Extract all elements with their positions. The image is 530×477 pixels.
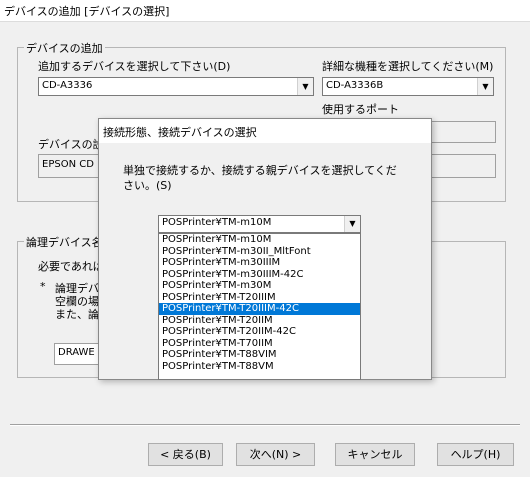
title-bar: デバイスの追加 [デバイスの選択] bbox=[0, 0, 530, 22]
help-button[interactable]: ヘルプ(H) bbox=[437, 443, 514, 466]
model-select-combo[interactable]: CD-A3336B ▼ bbox=[322, 77, 494, 96]
description-label: デバイスの説 bbox=[38, 138, 104, 151]
device-add-group-legend: デバイスの追加 bbox=[24, 40, 105, 56]
device-select-value: CD-A3336 bbox=[42, 80, 93, 91]
list-item[interactable]: POSPrinter¥TM-T88VIM bbox=[159, 349, 360, 361]
port-label: 使用するポート bbox=[322, 103, 399, 116]
parent-device-list[interactable]: POSPrinter¥TM-m10M POSPrinter¥TM-m30II_Ml… bbox=[158, 233, 361, 380]
window-title: デバイスの追加 [デバイスの選択] bbox=[4, 5, 170, 18]
list-item[interactable]: POSPrinter¥TM-m30II_MltFont bbox=[159, 246, 360, 258]
list-item[interactable]: POSPrinter¥TM-m30M bbox=[159, 280, 360, 292]
parent-device-combo[interactable]: POSPrinter¥TM-m10M ▼ bbox=[158, 215, 361, 233]
dialog-title: 接続形態、接続デバイスの選択 bbox=[99, 119, 431, 143]
list-item[interactable]: POSPrinter¥TM-T20IIIM-42C bbox=[159, 303, 360, 315]
list-item[interactable]: POSPrinter¥TM-m30IIIM bbox=[159, 257, 360, 269]
logical-device-group-legend: 論理デバイス名 bbox=[24, 234, 105, 250]
model-select-value: CD-A3336B bbox=[326, 80, 384, 91]
list-item[interactable]: POSPrinter¥TM-T20IIIM bbox=[159, 292, 360, 304]
chevron-down-icon[interactable]: ▼ bbox=[477, 78, 493, 95]
bottom-separator bbox=[10, 424, 520, 426]
list-item[interactable]: POSPrinter¥TM-m10M bbox=[159, 234, 360, 246]
description-value: EPSON CD bbox=[42, 159, 94, 170]
dialog-message: 単独で接続するか、接続する親デバイスを選択してください。(S) bbox=[123, 164, 397, 192]
logical-name-value: DRAWE bbox=[58, 347, 95, 358]
chevron-down-icon[interactable]: ▼ bbox=[297, 78, 313, 95]
list-item[interactable]: POSPrinter¥TM-T70IIM bbox=[159, 338, 360, 350]
logical-note: 必要であれば bbox=[38, 260, 104, 273]
list-item[interactable]: POSPrinter¥TM-T20IIM-42C bbox=[159, 326, 360, 338]
next-button[interactable]: 次へ(N) > bbox=[236, 443, 315, 466]
parent-device-value: POSPrinter¥TM-m10M bbox=[162, 217, 272, 228]
list-item[interactable]: POSPrinter¥TM-T88VM bbox=[159, 361, 360, 373]
device-select-combo[interactable]: CD-A3336 ▼ bbox=[38, 77, 314, 96]
chevron-down-icon[interactable]: ▼ bbox=[344, 216, 360, 232]
device-select-label: 追加するデバイスを選択して下さい(D) bbox=[38, 60, 231, 73]
list-item[interactable]: POSPrinter¥TM-T20IIM bbox=[159, 315, 360, 327]
back-button[interactable]: < 戻る(B) bbox=[148, 443, 223, 466]
cancel-button[interactable]: キャンセル bbox=[335, 443, 415, 466]
model-select-label: 詳細な機種を選択してください(M) bbox=[322, 60, 494, 73]
list-item[interactable]: POSPrinter¥TM-m30IIIM-42C bbox=[159, 269, 360, 281]
logical-note-bullet: * bbox=[40, 280, 46, 293]
